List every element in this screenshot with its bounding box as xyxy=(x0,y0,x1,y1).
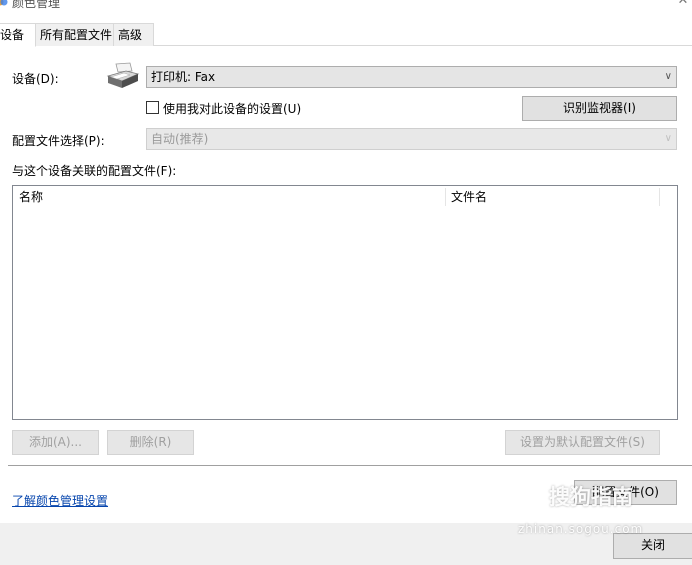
chevron-down-icon: ∨ xyxy=(664,133,672,144)
tab-advanced[interactable]: 高级 xyxy=(114,23,154,46)
device-select[interactable]: 打印机: Fax ∨ xyxy=(146,66,677,88)
watermark-brand: 搜狗指南 xyxy=(549,485,633,509)
profile-selection-value: 自动(推荐) xyxy=(151,132,209,146)
use-settings-label: 使用我对此设备的设置(U) xyxy=(163,102,302,116)
profile-selection-select: 自动(推荐) ∨ xyxy=(146,128,677,150)
color-management-icon xyxy=(0,0,8,8)
close-icon[interactable]: ✕ xyxy=(676,0,690,8)
use-settings-checkbox[interactable] xyxy=(146,101,159,114)
title-bar: 颜色管理 ✕ xyxy=(0,0,692,16)
tab-device[interactable]: 设备 xyxy=(0,23,36,47)
tab-all-profiles[interactable]: 所有配置文件 xyxy=(36,23,114,46)
device-select-value: 打印机: Fax xyxy=(151,70,216,84)
profile-selection-label: 配置文件选择(P): xyxy=(12,134,105,148)
sogou-logo-icon: S xyxy=(517,480,545,508)
identify-monitor-button[interactable]: 识别监视器(I) xyxy=(522,96,677,121)
window-title: 颜色管理 xyxy=(12,0,61,10)
profiles-list[interactable]: 名称 文件名 xyxy=(12,185,678,420)
column-header-filename[interactable]: 文件名 xyxy=(445,186,659,208)
column-separator xyxy=(659,188,660,206)
add-profile-button[interactable]: 添加(A)... xyxy=(12,430,99,455)
printer-icon xyxy=(106,62,140,90)
learn-color-management-link[interactable]: 了解颜色管理设置 xyxy=(12,492,108,509)
device-label: 设备(D): xyxy=(12,72,59,86)
column-header-name[interactable]: 名称 xyxy=(13,186,445,208)
associated-profiles-label: 与这个设备关联的配置文件(F): xyxy=(12,164,177,178)
set-default-profile-button[interactable]: 设置为默认配置文件(S) xyxy=(505,430,660,455)
close-button[interactable]: 关闭 xyxy=(613,533,692,559)
svg-text:S: S xyxy=(526,487,536,503)
chevron-down-icon: ∨ xyxy=(664,71,672,82)
remove-profile-button[interactable]: 删除(R) xyxy=(107,430,194,455)
divider xyxy=(8,465,692,466)
watermark-url: zhinan.sogou.com xyxy=(518,522,644,536)
